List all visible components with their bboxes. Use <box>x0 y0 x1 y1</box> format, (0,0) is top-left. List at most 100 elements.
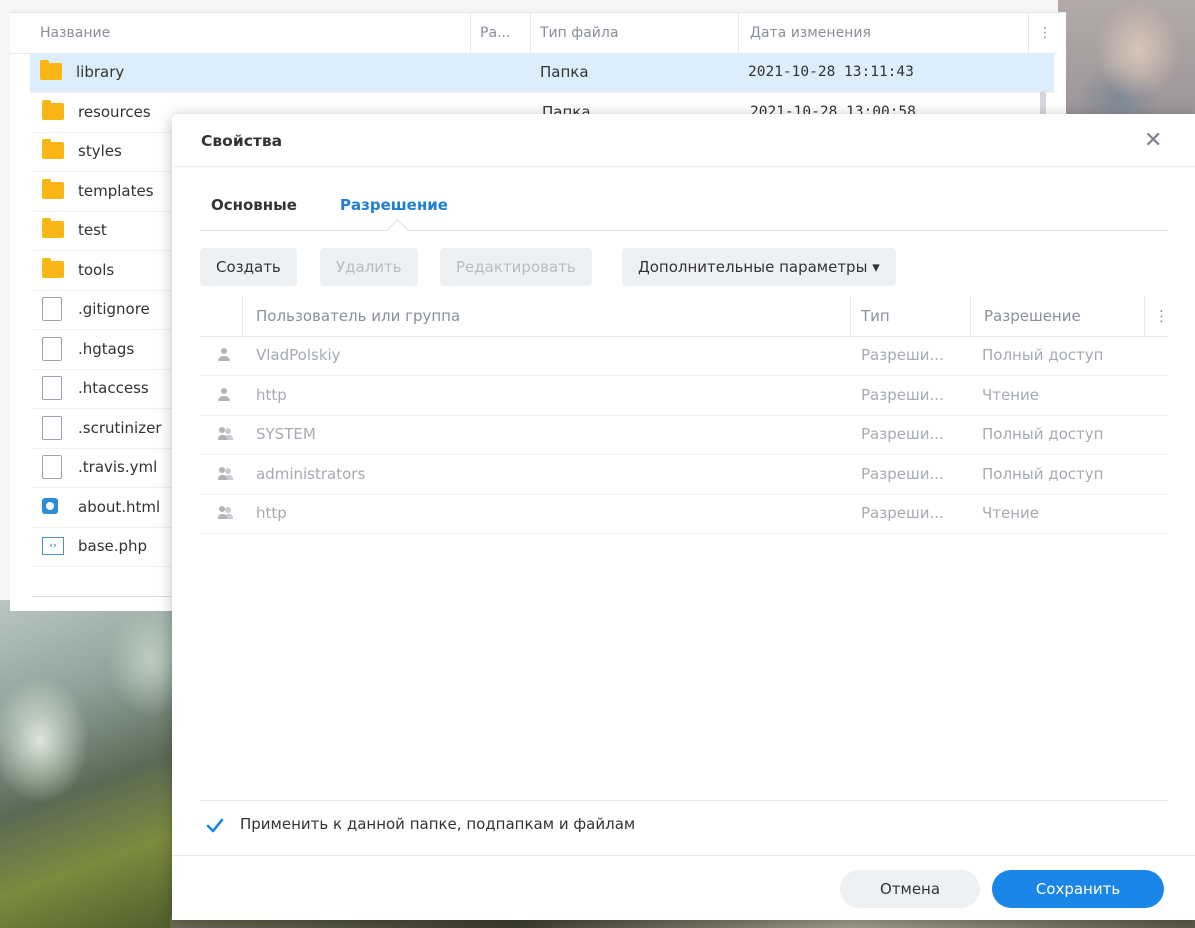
permission-type: Разреши... <box>861 504 944 522</box>
save-button[interactable]: Сохранить <box>992 870 1164 908</box>
tab-permission[interactable]: Разрешение <box>340 196 448 214</box>
close-icon[interactable]: ✕ <box>1144 128 1162 153</box>
active-tab-indicator <box>386 218 409 241</box>
file-name: .gitignore <box>78 300 150 318</box>
permission-type: Разреши... <box>861 425 944 443</box>
permission-level: Полный доступ <box>982 464 1104 483</box>
file-icon-shape <box>42 376 62 400</box>
permission-row[interactable]: SYSTEM Разреши... Полный доступ <box>200 415 1168 455</box>
html-file-icon-shape <box>42 497 58 514</box>
folder-icon-shape <box>42 178 64 199</box>
folder-icon <box>40 60 62 80</box>
group-icon-shape <box>218 506 234 520</box>
column-separator[interactable] <box>1144 296 1145 336</box>
file-icon <box>42 415 62 443</box>
grid-header: Пользователь или группа Тип Разрешение ⋮ <box>200 296 1169 337</box>
group-icon-shape <box>218 427 234 441</box>
file-name: test <box>78 221 107 239</box>
column-separator[interactable] <box>1028 13 1029 53</box>
user-icon <box>218 387 230 402</box>
folder-icon <box>42 218 64 238</box>
file-icon <box>42 297 62 324</box>
apply-recursive-checkbox[interactable] <box>206 817 224 835</box>
file-name: .htaccess <box>78 379 149 397</box>
folder-icon-shape <box>42 99 64 120</box>
column-type[interactable]: Тип <box>861 296 890 336</box>
file-icon <box>42 376 62 403</box>
permission-level: Чтение <box>982 504 1040 522</box>
column-user[interactable]: Пользователь или группа <box>256 296 460 336</box>
apply-recursive-label[interactable]: Применить к данной папке, подпапкам и фа… <box>240 815 635 833</box>
file-name: tools <box>78 260 115 279</box>
column-separator[interactable] <box>242 296 243 336</box>
file-list-header: Название Ра... Тип файла Дата изменения … <box>10 13 1056 54</box>
column-separator[interactable] <box>738 13 739 53</box>
delete-button[interactable]: Удалить <box>320 248 418 286</box>
column-type[interactable]: Тип файла <box>540 13 618 53</box>
file-icon-shape <box>42 455 62 479</box>
permission-user: SYSTEM <box>256 425 316 443</box>
permission-level: Чтение <box>982 385 1040 404</box>
folder-icon-shape <box>42 257 64 278</box>
user-icon <box>218 348 230 362</box>
permission-row[interactable]: http Разреши... Чтение <box>200 376 1168 416</box>
permission-type: Разреши... <box>861 346 944 364</box>
folder-icon-shape <box>42 218 64 238</box>
permission-row[interactable]: VladPolskiy Разреши... Полный доступ <box>200 336 1168 376</box>
properties-dialog: Свойства ✕ Основные Разрешение Создать У… <box>172 114 1195 920</box>
file-type: Папка <box>540 63 589 81</box>
group-icon-shape <box>218 466 234 481</box>
file-row[interactable]: library Папка 2021-10-28 13:11:43 <box>30 53 1054 93</box>
php-file-icon-shape: ‹› <box>42 537 64 555</box>
file-name: library <box>76 63 125 81</box>
file-name: .scrutinizer <box>78 418 162 437</box>
column-name[interactable]: Название <box>40 13 110 53</box>
file-name: base.php <box>78 537 148 555</box>
file-name: styles <box>78 142 122 160</box>
group-icon <box>218 466 234 481</box>
divider <box>200 800 1168 801</box>
file-icon <box>42 455 62 482</box>
column-menu-icon[interactable]: ⋮ <box>1154 296 1169 336</box>
php-file-icon: ‹› <box>42 537 64 555</box>
group-icon <box>218 427 234 441</box>
permission-row[interactable]: administrators Разреши... Полный доступ <box>200 455 1168 495</box>
user-icon-shape <box>218 387 230 402</box>
file-icon <box>42 336 62 364</box>
permission-level: Полный доступ <box>982 346 1104 364</box>
file-icon-shape <box>42 297 62 321</box>
divider <box>32 596 192 597</box>
group-icon <box>218 506 234 520</box>
html-file-icon <box>42 497 58 514</box>
dialog-title: Свойства <box>201 132 283 150</box>
permission-user: VladPolskiy <box>256 346 341 364</box>
file-name: .travis.yml <box>78 458 158 476</box>
divider <box>172 855 1195 856</box>
folder-icon <box>42 99 64 120</box>
file-icon-shape <box>42 415 62 440</box>
permission-type: Разреши... <box>861 385 944 404</box>
create-button[interactable]: Создать <box>200 248 297 286</box>
advanced-options-button[interactable]: Дополнительные параметры ▾ <box>622 248 896 286</box>
column-separator[interactable] <box>470 13 471 53</box>
edit-button[interactable]: Редактировать <box>440 248 592 286</box>
folder-icon <box>42 139 64 159</box>
cancel-button[interactable]: Отмена <box>840 870 980 908</box>
folder-icon <box>42 178 64 199</box>
column-menu-icon[interactable]: ⋮ <box>1038 13 1052 53</box>
folder-icon <box>42 257 64 278</box>
permission-row[interactable]: http Разреши... Чтение <box>200 494 1168 534</box>
column-separator[interactable] <box>850 296 851 336</box>
file-name: templates <box>78 181 154 200</box>
folder-icon-shape <box>40 60 62 80</box>
column-permission[interactable]: Разрешение <box>984 296 1081 336</box>
file-name: .hgtags <box>78 339 135 358</box>
permission-user: http <box>256 504 287 522</box>
column-separator[interactable] <box>530 13 531 53</box>
tab-basic[interactable]: Основные <box>211 196 297 214</box>
file-modified: 2021-10-28 13:11:43 <box>748 64 914 80</box>
column-size[interactable]: Ра... <box>480 13 510 53</box>
column-separator[interactable] <box>970 296 971 336</box>
wallpaper-left <box>0 600 190 928</box>
column-modified[interactable]: Дата изменения <box>750 13 871 53</box>
